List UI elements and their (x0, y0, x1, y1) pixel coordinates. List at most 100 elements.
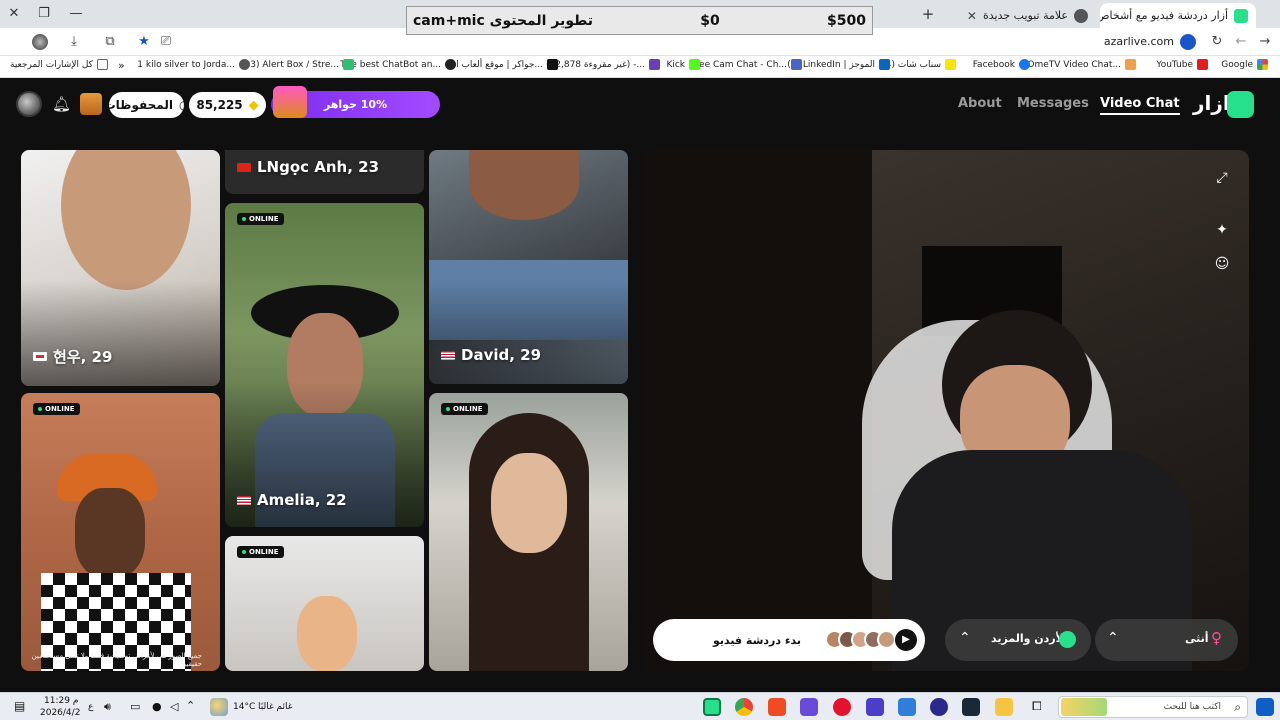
close-tab-icon[interactable]: ✕ (967, 9, 977, 23)
linkedin-icon (879, 59, 890, 70)
gem-balance-button[interactable]: 85,225 ◆ (189, 92, 266, 118)
extensions-icon[interactable]: ⧉ (100, 33, 120, 51)
network-icon[interactable]: ▭ (130, 700, 140, 713)
tab-azar[interactable]: أزار دردشة فيديو مع أشخاص ✕ (1100, 3, 1256, 28)
volume-icon[interactable]: ◁ (170, 700, 178, 713)
task-view-icon[interactable]: ⧠ (1032, 699, 1042, 714)
chrome-favicon-icon (1074, 8, 1088, 23)
weather-text[interactable]: غائم غالبًا (258, 702, 292, 712)
language-indicator[interactable]: ع (88, 702, 93, 712)
steam-icon[interactable] (962, 698, 980, 716)
speaker-icon[interactable]: 🔊︎ (104, 700, 111, 714)
cast-icon[interactable]: ⎚ (156, 33, 176, 51)
fullscreen-icon[interactable]: ⤢ (1212, 168, 1232, 188)
chrome-icon[interactable] (735, 698, 753, 716)
file-explorer-icon[interactable] (995, 698, 1013, 716)
profile-name: Amelia, 22 (237, 491, 347, 509)
download-icon[interactable]: ⤓ (64, 33, 84, 51)
bookmark-ometv[interactable]: OmeTV Video Chat... (1027, 59, 1136, 70)
search-icon: ⌕ (1234, 700, 1241, 714)
back-icon[interactable]: → (1255, 33, 1275, 51)
history-button[interactable]: المحفوظات ◷ (104, 92, 189, 118)
bookmark-facebook[interactable]: Facebook (973, 59, 1030, 70)
minimize-window-icon[interactable]: — (64, 4, 88, 24)
stream-goal-banner: تطوير المحتوى cam+mic $0 $500 (406, 6, 873, 35)
local-video-preview: ⤢ ✦ ☺ (642, 150, 1249, 671)
gender-filter-button[interactable]: ⌃ أنثى ♀ (1095, 619, 1238, 661)
profile-card[interactable]: ONLINE Amelia, 22 (225, 203, 424, 527)
profile-card[interactable]: LNgọc Anh, 23 (225, 150, 424, 194)
obs-icon[interactable] (930, 698, 948, 716)
weather-icon[interactable] (210, 698, 228, 716)
user-avatar[interactable] (16, 91, 42, 117)
streamlabs-icon (343, 59, 354, 70)
profile-card[interactable]: ONLINE (21, 393, 220, 671)
new-tab-icon[interactable]: + (918, 5, 938, 23)
azar-app-icon[interactable] (703, 698, 721, 716)
bookmark-linkedin[interactable]: (1) LinkedIn | الموجز (787, 59, 890, 70)
start-menu-icon[interactable] (1256, 698, 1274, 716)
nav-about[interactable]: About (958, 96, 1002, 111)
logo-text[interactable]: ازار (1193, 91, 1230, 115)
bookmark-snapchat[interactable]: (4) سناب شات (882, 59, 956, 70)
all-bookmarks-button[interactable]: كل الإشارات المرجعية (10, 59, 108, 70)
chatbot-icon (445, 59, 456, 70)
tray-overflow-icon[interactable]: ⌃ (186, 699, 195, 712)
profile-card[interactable]: 현우, 29 (21, 150, 220, 386)
tab-title: علامة تبويب جديدة (982, 9, 1068, 22)
notification-center-icon[interactable]: ▤ (14, 699, 25, 713)
bookmark-star-icon[interactable]: ★ (134, 33, 154, 51)
bookmark-google[interactable]: Google (1221, 59, 1268, 70)
nav-messages[interactable]: Messages (1017, 96, 1089, 111)
brave-icon[interactable] (768, 698, 786, 716)
female-symbol-icon: ♀ (1211, 629, 1222, 647)
bookmark-chatbot[interactable]: The best ChatBot an... (340, 59, 456, 70)
notification-bell-icon[interactable]: 🔔︎ (52, 95, 71, 113)
tab-new[interactable]: علامة تبويب جديدة ✕ (944, 3, 1096, 28)
site-info-icon[interactable] (1180, 34, 1196, 50)
microsoft-store-icon[interactable] (898, 698, 916, 716)
clock-date[interactable]: 2026/4/2 (40, 708, 80, 718)
bookmark-kick[interactable]: Kick (666, 59, 700, 70)
bookmark-alertbox[interactable]: (33) Alert Box / Stre... (241, 59, 354, 70)
clock-time[interactable]: 11:29 م (44, 696, 78, 706)
reload-icon[interactable]: ↻ (1207, 33, 1227, 51)
silver-site-icon (239, 59, 250, 70)
profile-card[interactable]: ONLINE (429, 393, 628, 671)
profile-photo (297, 596, 357, 671)
bookmark-silver[interactable]: 1 kilo silver to Jorda... (137, 59, 250, 70)
bookmarks-bar: Google YouTube OmeTV Video Chat... Faceb… (0, 56, 1280, 78)
region-filter-button[interactable]: ⌃ الأردن والمزيد (945, 619, 1091, 661)
magic-wand-icon[interactable]: ✦ (1212, 220, 1232, 240)
close-window-icon[interactable]: ✕ (2, 4, 26, 24)
bookmark-jawaker[interactable]: جواكر | موقع ألعاب ا... (456, 59, 558, 70)
bookmarks-overflow-icon[interactable]: » (118, 59, 125, 72)
azar-logo-icon[interactable] (1227, 91, 1254, 118)
treasure-chest-icon[interactable] (80, 93, 102, 115)
disclaimer-text: جميع الصور هي لأغراض توضيحية فقط ولا تمث… (31, 652, 202, 668)
bookmark-youtube[interactable]: YouTube (1156, 59, 1208, 70)
taskbar-search[interactable]: اكتب هنا للبحث ⌕ (1058, 696, 1248, 718)
gem-icon: ◆ (248, 97, 259, 113)
profile-card[interactable]: ONLINE (225, 536, 424, 671)
profile-card[interactable]: David, 29 (429, 150, 628, 384)
globe-icon (1059, 631, 1076, 648)
chevron-up-icon: ⌃ (1107, 630, 1119, 646)
restore-window-icon[interactable]: ❐ (32, 4, 56, 24)
microphone-icon[interactable]: ● (152, 700, 162, 713)
start-video-chat-button[interactable]: بدء دردشة فيديو ▶ (653, 619, 925, 661)
jawaker-icon (547, 59, 558, 70)
opera-icon[interactable] (833, 698, 851, 716)
obs-plugin-icon[interactable] (866, 698, 884, 716)
forward-icon[interactable]: ← (1231, 33, 1251, 51)
usa-flag-icon (441, 350, 455, 360)
profile-avatar-icon[interactable] (32, 34, 48, 50)
sticker-face-icon[interactable]: ☺ (1212, 254, 1232, 274)
online-badge: ONLINE (441, 403, 488, 415)
bookmark-freecam[interactable]: Free Cam Chat - Ch... (691, 59, 802, 70)
weather-temp[interactable]: 14°C (233, 702, 255, 712)
url-text[interactable]: azarlive.com (1104, 35, 1174, 48)
notes-app-icon[interactable] (800, 698, 818, 716)
bookmark-mail[interactable]: (22,878 غير مقروءة) -... (546, 59, 660, 70)
nav-video-chat[interactable]: Video Chat (1100, 96, 1180, 115)
